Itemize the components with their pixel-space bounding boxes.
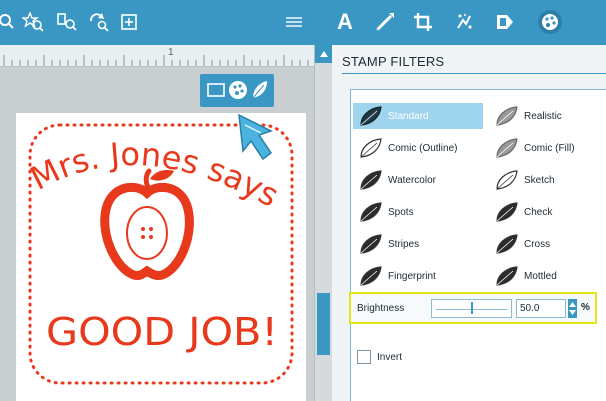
panel-title: STAMP FILTERS	[342, 54, 445, 69]
filter-label: Sketch	[524, 174, 555, 186]
filter-item-check[interactable]: Check	[489, 199, 599, 225]
filter-item-sketch[interactable]: Sketch	[489, 167, 599, 193]
effects-tool-icon[interactable]	[452, 6, 478, 38]
brightness-unit: %	[581, 302, 590, 313]
filter-label: Stripes	[388, 238, 420, 250]
comic-fill-leaf-icon	[493, 136, 521, 160]
ruler-label: 1	[168, 47, 174, 58]
filter-label: Fingerprint	[388, 270, 436, 282]
filter-item-cross[interactable]: Cross	[489, 231, 599, 257]
spots-leaf-icon	[357, 200, 385, 224]
draw-tool-icon[interactable]	[372, 6, 398, 38]
check-leaf-icon	[493, 200, 521, 224]
brightness-spin-button[interactable]	[568, 299, 577, 318]
filter-item-comic-outline[interactable]: Comic (Outline)	[353, 135, 483, 161]
filter-label: Comic (Outline)	[388, 142, 458, 154]
filter-item-stripes[interactable]: Stripes	[353, 231, 483, 257]
scroll-up-icon[interactable]	[315, 45, 332, 63]
vertical-scrollbar[interactable]	[314, 45, 332, 401]
ruler-ticks	[3, 55, 309, 66]
leaf-view-icon[interactable]	[249, 78, 271, 102]
invert-option[interactable]: Invert	[357, 348, 402, 366]
filter-label: Watercolor	[388, 174, 436, 186]
filter-item-watercolor[interactable]: Watercolor	[353, 167, 483, 193]
fingerprint-leaf-icon	[357, 264, 385, 288]
pointer-cursor-icon	[231, 111, 279, 168]
cross-leaf-icon	[493, 232, 521, 256]
zoom-fit-icon[interactable]	[54, 6, 80, 38]
filter-item-comic-fill[interactable]: Comic (Fill)	[489, 135, 599, 161]
text-tool-icon[interactable]: A	[333, 6, 357, 38]
palette-tool-icon[interactable]	[535, 6, 565, 38]
mottled-leaf-icon	[493, 264, 521, 288]
slider-handle[interactable]	[470, 302, 473, 314]
filter-label: Realistic	[524, 110, 562, 122]
crop-tool-icon[interactable]	[410, 6, 436, 38]
filter-item-realistic[interactable]: Realistic	[489, 103, 599, 129]
filter-item-standard[interactable]: Standard	[353, 103, 483, 129]
brightness-control: Brightness 50.0 %	[349, 292, 597, 324]
stamp-line2: GOOD JOB!	[46, 310, 278, 354]
invert-label: Invert	[377, 351, 403, 363]
filter-label: Comic (Fill)	[524, 142, 575, 154]
brightness-slider[interactable]	[431, 299, 512, 318]
toolbar: A	[0, 0, 606, 45]
shape-tool-icon[interactable]	[492, 6, 518, 38]
filter-label: Spots	[388, 206, 414, 218]
filter-label: Mottled	[524, 270, 557, 282]
zoom-rotate-icon[interactable]	[86, 6, 112, 38]
filter-label: Cross	[524, 238, 551, 250]
watercolor-leaf-icon	[357, 168, 385, 192]
scrollbar-thumb[interactable]	[317, 293, 330, 355]
filter-item-mottled[interactable]: Mottled	[489, 263, 599, 289]
menu-lines-icon[interactable]	[282, 6, 306, 38]
filter-label: Standard	[388, 110, 429, 122]
standard-leaf-icon	[357, 104, 385, 128]
app-window: A 1 Mrs. Jones says GOOD JOB! STAMP FILT…	[0, 0, 606, 401]
zoom-star-icon[interactable]	[20, 6, 46, 38]
filter-label: Check	[524, 206, 553, 218]
stripes-leaf-icon	[357, 232, 385, 256]
rectangle-view-icon[interactable]	[205, 78, 227, 102]
invert-checkbox[interactable]	[357, 350, 371, 364]
comic-outline-leaf-icon	[357, 136, 385, 160]
brightness-label: Brightness	[357, 303, 405, 314]
realistic-leaf-icon	[493, 104, 521, 128]
apple-icon	[100, 168, 194, 280]
zoom-icon[interactable]	[0, 6, 18, 38]
sketch-leaf-icon	[493, 168, 521, 192]
filter-item-fingerprint[interactable]: Fingerprint	[353, 263, 483, 289]
panel-divider	[342, 73, 606, 74]
brightness-value-field[interactable]: 50.0	[516, 299, 566, 318]
filter-item-spots[interactable]: Spots	[353, 199, 483, 225]
horizontal-ruler: 1	[0, 45, 314, 67]
spin-arrows-icon	[569, 302, 576, 315]
add-frame-icon[interactable]	[118, 6, 140, 38]
palette-view-icon[interactable]	[227, 78, 249, 102]
view-toggle	[200, 74, 274, 107]
